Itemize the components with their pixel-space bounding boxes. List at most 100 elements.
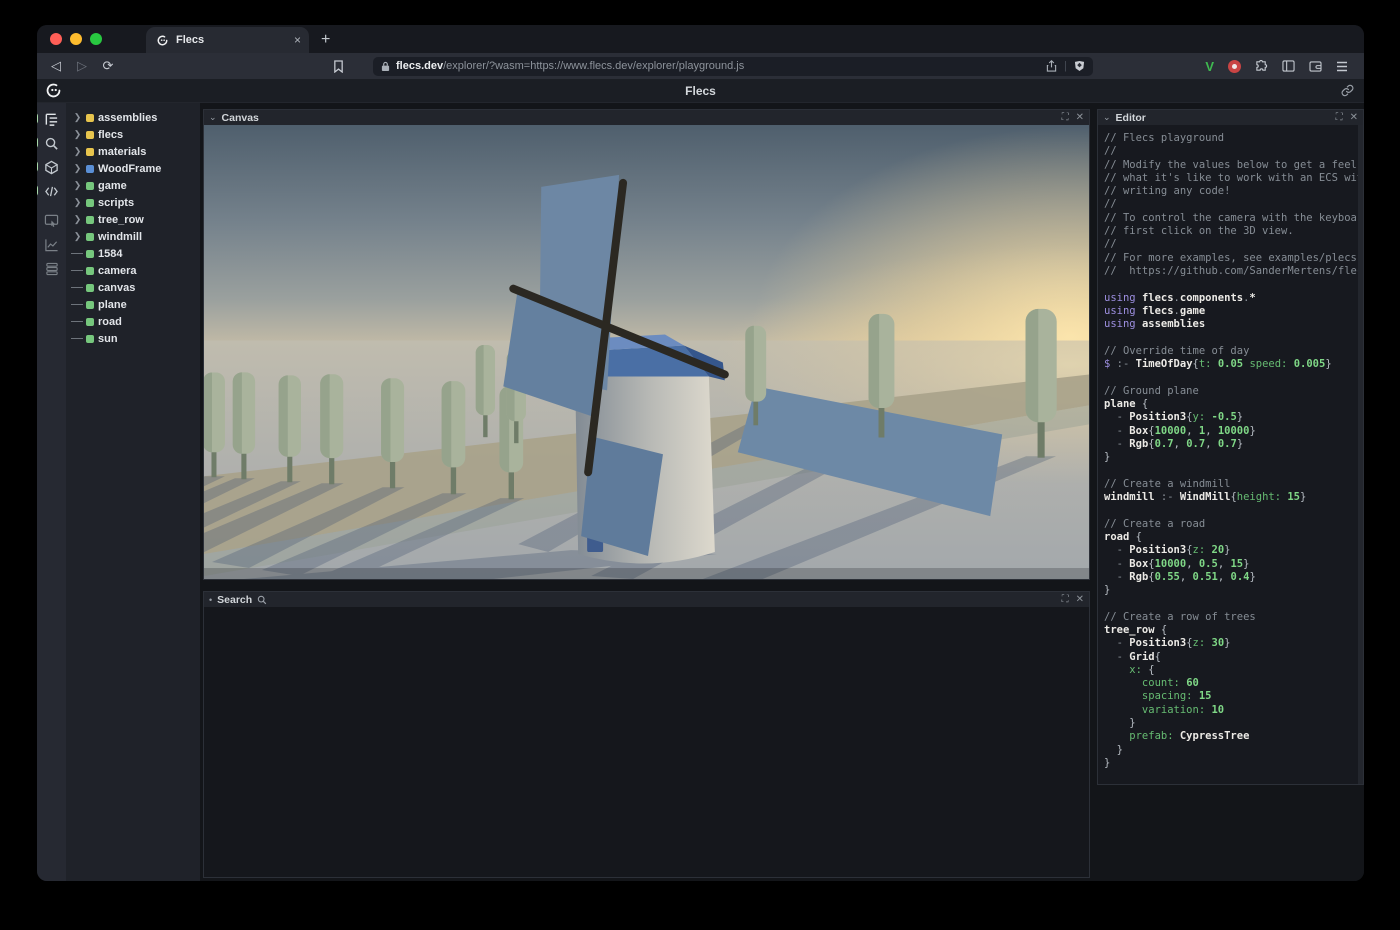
code-line: prefab: CypressTree	[1104, 730, 1363, 743]
search-panel-header[interactable]: • Search ⛶ ✕	[204, 592, 1089, 607]
tree-item-label: camera	[98, 265, 137, 277]
menu-icon[interactable]	[1336, 61, 1348, 72]
zoom-window-button[interactable]	[90, 33, 102, 45]
code-line: count: 60	[1104, 677, 1363, 690]
code-line: // Create a windmill	[1104, 478, 1363, 491]
share-icon[interactable]	[1046, 60, 1057, 72]
close-icon[interactable]: ✕	[1076, 594, 1084, 605]
forward-icon[interactable]: ▷	[73, 58, 91, 74]
chevron-right-icon[interactable]: ❯	[73, 112, 82, 123]
code-line: - Box{10000, 0.5, 15}	[1104, 558, 1363, 571]
tree-item-label: flecs	[98, 129, 123, 141]
tree-item-windmill[interactable]: ❯ windmill	[73, 228, 200, 245]
tree-item-1584[interactable]: 1584	[73, 245, 200, 262]
toolbar-extensions: V	[1205, 59, 1354, 74]
flecs-logo[interactable]	[45, 82, 62, 99]
cube-icon[interactable]	[41, 157, 63, 177]
tree-item-game[interactable]: ❯game	[73, 177, 200, 194]
code-line: using flecs.components.*	[1104, 292, 1363, 305]
close-window-button[interactable]	[50, 33, 62, 45]
tree-item-road[interactable]: road	[73, 313, 200, 330]
code-line	[1104, 278, 1363, 291]
chevron-right-icon[interactable]: ❯	[73, 197, 82, 208]
chevron-right-icon[interactable]: ❯	[73, 146, 82, 157]
link-icon[interactable]	[1341, 84, 1354, 97]
chevron-down-icon[interactable]: ⌄	[209, 112, 217, 123]
code-editor[interactable]: // Flecs playground//// Modify the value…	[1098, 125, 1363, 784]
code-line: }	[1104, 451, 1363, 464]
close-icon[interactable]: ✕	[1076, 112, 1084, 123]
vpn-v-icon[interactable]: V	[1205, 59, 1214, 74]
entity-color-square	[86, 250, 94, 258]
screen-share-icon[interactable]	[41, 211, 63, 231]
fullscreen-icon[interactable]: ⛶	[1062, 112, 1069, 123]
code-line: spacing: 15	[1104, 690, 1363, 703]
tree-item-tree_row[interactable]: ❯tree_row	[73, 211, 200, 228]
chevron-down-icon[interactable]: ⌄	[1103, 112, 1111, 123]
code-line: }	[1104, 744, 1363, 757]
editor-panel-header[interactable]: ⌄ Editor ⛶ ✕	[1098, 110, 1363, 125]
search-icon[interactable]	[41, 133, 63, 153]
active-indicator	[37, 113, 38, 124]
extensions-icon[interactable]	[1255, 60, 1268, 73]
bookmark-icon[interactable]	[333, 60, 351, 73]
code-line: }	[1104, 757, 1363, 770]
tab-flecs[interactable]: Flecs ×	[146, 27, 309, 53]
code-line: // Create a road	[1104, 518, 1363, 531]
entity-color-square	[86, 301, 94, 309]
sidebar-icon[interactable]	[1282, 60, 1295, 72]
tree-item-materials[interactable]: ❯materials	[73, 143, 200, 160]
canvas-3d-scene[interactable]	[204, 125, 1089, 579]
tree-item-canvas[interactable]: canvas	[73, 279, 200, 296]
tree-item-label: plane	[98, 299, 127, 311]
lock-icon	[381, 61, 390, 72]
close-icon[interactable]: ✕	[1350, 112, 1358, 123]
search-icon	[257, 595, 267, 605]
tree-item-plane[interactable]: plane	[73, 296, 200, 313]
chevron-right-icon[interactable]: ❯	[73, 163, 82, 174]
chevron-right-icon[interactable]: ❯	[73, 180, 82, 191]
tree-item-label: WoodFrame	[98, 163, 161, 175]
collapsed-bullet-icon[interactable]: •	[209, 595, 212, 605]
url-bar[interactable]: flecs.dev/explorer/?wasm=https://www.fle…	[373, 57, 1093, 76]
code-line: windmill :- WindMill{height: 15}	[1104, 491, 1363, 504]
entity-color-square	[86, 199, 94, 207]
code-line	[1104, 464, 1363, 477]
canvas-panel-header[interactable]: ⌄ Canvas ⛶ ✕	[204, 110, 1089, 125]
code-line: - Grid{	[1104, 651, 1363, 664]
tree-item-flecs[interactable]: ❯ flecs	[73, 126, 200, 143]
hierarchy-icon[interactable]	[41, 109, 63, 129]
brave-shield-icon[interactable]	[1074, 60, 1085, 72]
code-line: // Flecs playground	[1104, 132, 1363, 145]
tree-item-scripts[interactable]: ❯scripts	[73, 194, 200, 211]
close-tab-icon[interactable]: ×	[294, 34, 301, 46]
wallet-icon[interactable]	[1309, 61, 1322, 72]
entity-color-square	[86, 131, 94, 139]
fullscreen-icon[interactable]: ⛶	[1062, 594, 1069, 605]
chevron-right-icon[interactable]: ❯	[73, 214, 82, 225]
tree-item-camera[interactable]: camera	[73, 262, 200, 279]
new-tab-button[interactable]: +	[321, 31, 330, 49]
divider: |	[1064, 60, 1067, 72]
chevron-right-icon[interactable]: ❯	[73, 231, 82, 242]
scrollbar[interactable]	[1358, 125, 1363, 784]
back-icon[interactable]: ◁	[47, 58, 65, 74]
tree-item-label: windmill	[98, 231, 142, 243]
tree-item-assemblies[interactable]: ❯assemblies	[73, 109, 200, 126]
chart-icon[interactable]	[41, 235, 63, 255]
code-icon[interactable]	[41, 181, 63, 201]
chevron-right-icon[interactable]: ❯	[73, 129, 82, 140]
code-line: // Ground plane	[1104, 385, 1363, 398]
minimize-window-button[interactable]	[70, 33, 82, 45]
code-line: - Rgb{0.7, 0.7, 0.7}	[1104, 438, 1363, 451]
code-line: - Position3{z: 30}	[1104, 637, 1363, 650]
reload-icon[interactable]: ⟳	[99, 58, 117, 74]
rows-icon[interactable]	[41, 259, 63, 279]
adblock-icon[interactable]	[1228, 60, 1241, 73]
traffic-lights	[37, 25, 116, 53]
fullscreen-icon[interactable]: ⛶	[1336, 112, 1343, 123]
tree-item-WoodFrame[interactable]: ❯ WoodFrame	[73, 160, 200, 177]
tree-item-sun[interactable]: sun	[73, 330, 200, 347]
tab-title: Flecs	[176, 34, 287, 46]
code-line	[1104, 371, 1363, 384]
